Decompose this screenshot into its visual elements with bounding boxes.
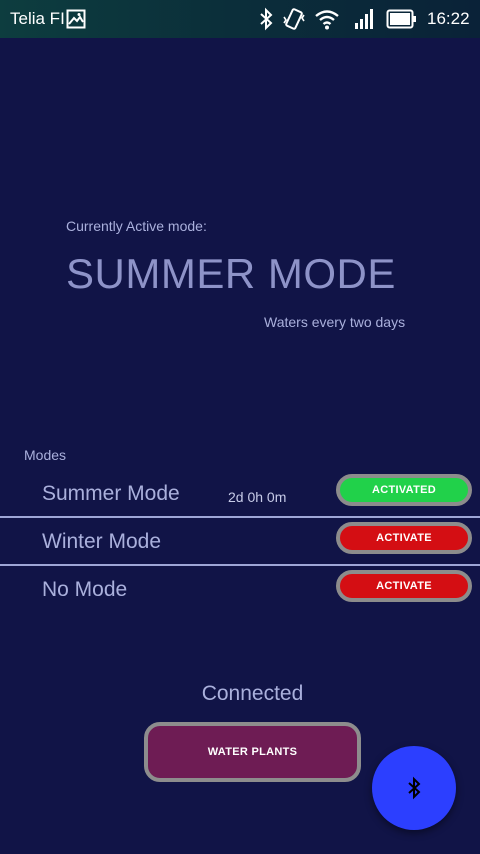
wifi-icon <box>314 7 340 36</box>
mode-row-summer: Summer Mode 2d 0h 0m ACTIVATED <box>0 472 480 520</box>
bluetooth-icon <box>408 776 421 800</box>
bluetooth-fab[interactable] <box>372 746 456 830</box>
modes-header: Modes <box>24 447 67 463</box>
activate-button-no-mode[interactable]: ACTIVATE <box>336 570 472 602</box>
mode-row-no-mode: No Mode ACTIVATE <box>0 568 480 616</box>
divider <box>0 516 480 518</box>
status-bar: Telia FI 16:22 <box>0 0 480 38</box>
bluetooth-icon <box>258 7 274 36</box>
signal-icon <box>354 7 376 36</box>
activate-button-winter[interactable]: ACTIVATE <box>336 522 472 554</box>
mode-row-winter: Winter Mode ACTIVATE <box>0 520 480 568</box>
mode-name: Winter Mode <box>42 530 162 553</box>
active-mode-label: Currently Active mode: <box>66 218 207 234</box>
vibrate-icon <box>282 7 306 36</box>
connection-status: Connected <box>201 682 304 705</box>
active-mode-title: SUMMER MODE <box>66 250 396 297</box>
mode-name: No Mode <box>42 578 128 601</box>
clock: 16:22 <box>427 9 470 28</box>
battery-icon <box>386 7 418 36</box>
mode-timer: 2d 0h 0m <box>228 489 287 505</box>
active-mode-description: Waters every two days <box>264 314 406 330</box>
gallery-icon <box>66 9 86 34</box>
divider <box>0 564 480 566</box>
activated-button-summer[interactable]: ACTIVATED <box>336 474 472 506</box>
carrier-name: Telia FI <box>10 9 65 28</box>
mode-name: Summer Mode <box>42 482 180 505</box>
water-plants-button[interactable]: WATER PLANTS <box>144 722 361 782</box>
